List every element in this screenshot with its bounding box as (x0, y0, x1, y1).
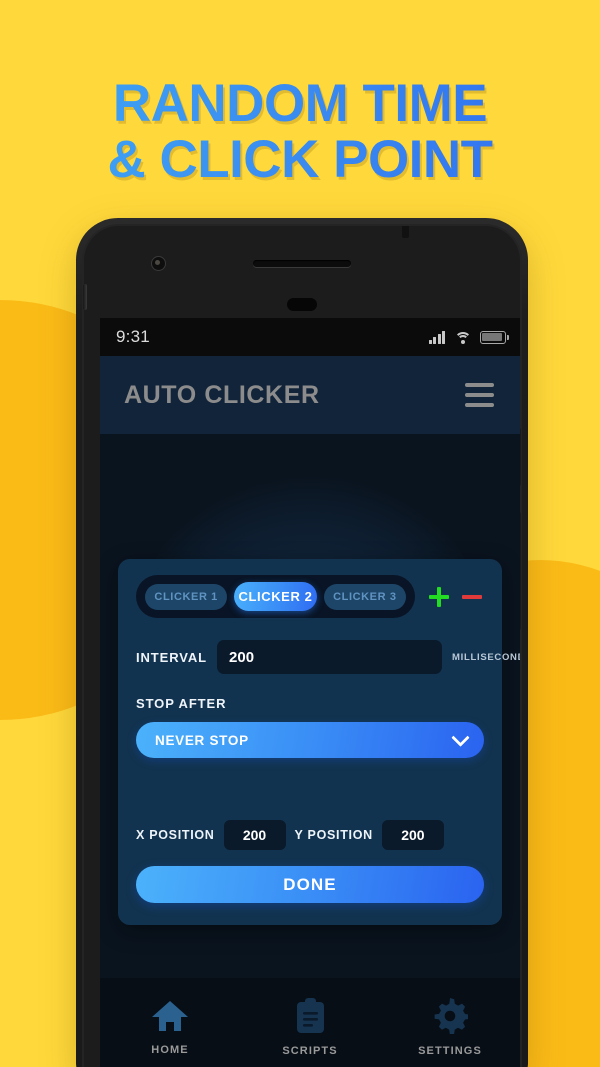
side-slot (83, 284, 87, 310)
interval-row: INTERVAL MILLISECONDS (136, 640, 520, 674)
clicker-tabs: CLICKER 1 CLICKER 2 CLICKER 3 (136, 575, 415, 618)
phone-frame-inner: 9:31 AUTO CLICKER CLICKER 1 CLICKER 2 CL… (82, 224, 522, 1067)
nav-label-home: HOME (151, 1043, 189, 1056)
page-title: AUTO CLICKER (124, 380, 320, 409)
stop-after-selected-value: NEVER STOP (155, 732, 249, 748)
signal-bars-icon (428, 330, 445, 344)
tab-clicker-2[interactable]: CLICKER 2 (234, 582, 317, 611)
stop-after-label: STOP AFTER (136, 696, 227, 711)
x-position-label: X POSITION (136, 828, 215, 842)
clipboard-icon (294, 997, 327, 1034)
tab-clicker-3[interactable]: CLICKER 3 (323, 583, 406, 610)
nav-label-scripts: SCRIPTS (282, 1044, 338, 1057)
antenna-line (402, 226, 409, 238)
stop-after-dropdown[interactable]: NEVER STOP (136, 722, 484, 758)
clicker-add-remove-controls (429, 586, 484, 607)
battery-icon (480, 330, 510, 344)
bottom-navigation: HOME SCRIPTS SETTINGS (100, 978, 520, 1067)
interval-input[interactable] (217, 640, 443, 674)
interval-label: INTERVAL (136, 649, 208, 665)
chevron-down-icon (451, 727, 470, 747)
clicker-settings-card: CLICKER 1 CLICKER 2 CLICKER 3 INTERVAL 2… (118, 559, 520, 925)
phone-body: 9:31 AUTO CLICKER CLICKER 1 CLICKER 2 CL… (83, 226, 521, 1067)
status-bar: 9:31 (100, 318, 520, 356)
nav-item-scripts[interactable]: SCRIPTS (260, 997, 360, 1057)
x-position-input[interactable] (223, 820, 286, 850)
phone-mockup: 9:31 AUTO CLICKER CLICKER 1 CLICKER 2 CL… (76, 218, 528, 1067)
app-content: AUTO CLICKER CLICKER 1 CLICKER 2 CLICKER… (100, 356, 520, 1067)
status-bar-time: 9:31 (116, 327, 150, 346)
position-row: X POSITION Y POSITION (136, 820, 484, 850)
front-camera-icon (151, 256, 166, 271)
earpiece-speaker (253, 260, 351, 267)
promo-headline: RANDOM TIME & CLICK POINT (0, 77, 600, 186)
interval-unit-label: MILLISECONDS (452, 651, 520, 663)
headline-line-1: RANDOM TIME (0, 77, 600, 130)
hamburger-menu-icon[interactable] (461, 379, 498, 411)
y-position-label: Y POSITION (294, 828, 373, 842)
app-header: AUTO CLICKER (100, 356, 520, 434)
proximity-sensor (287, 298, 317, 311)
gear-icon (432, 997, 468, 1034)
status-bar-icons (428, 330, 510, 344)
nav-item-settings[interactable]: SETTINGS (400, 997, 500, 1057)
headline-line-2: & CLICK POINT (0, 133, 600, 186)
tab-clicker-1[interactable]: CLICKER 1 (145, 583, 228, 610)
phone-screen: 9:31 AUTO CLICKER CLICKER 1 CLICKER 2 CL… (100, 318, 520, 1067)
clicker-tabs-row: CLICKER 1 CLICKER 2 CLICKER 3 (136, 575, 484, 618)
y-position-input[interactable] (381, 820, 444, 850)
done-button[interactable]: DONE (136, 866, 484, 903)
wifi-icon (454, 331, 471, 344)
nav-item-home[interactable]: HOME (120, 999, 220, 1056)
plus-icon[interactable] (429, 586, 449, 607)
nav-label-settings: SETTINGS (418, 1044, 482, 1057)
minus-icon[interactable] (462, 587, 482, 607)
home-icon (151, 999, 189, 1033)
